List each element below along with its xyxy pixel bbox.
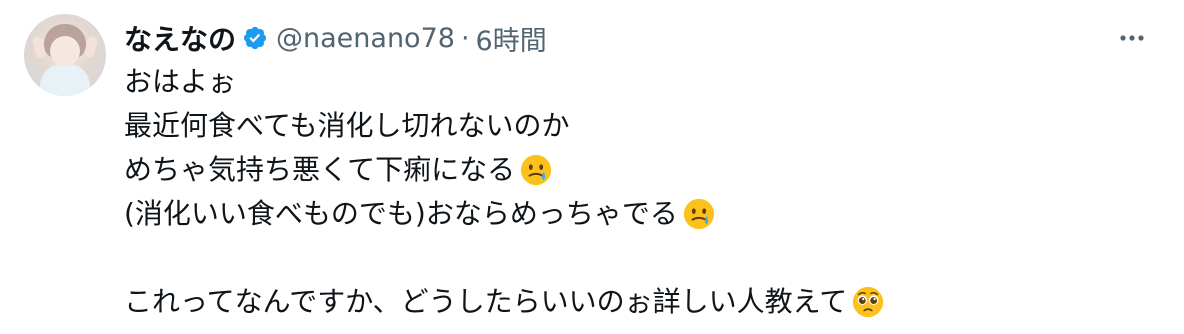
tweet-line-text: (消化いい食べものでも)おならめっちゃでる	[124, 197, 678, 230]
tweet-line: おはよぉ	[124, 60, 1164, 104]
tweet-text: おはよぉ 最近何食べても消化し切れないのか めちゃ気持ち悪くて下痢になる (消化…	[124, 60, 1164, 324]
user-handle[interactable]: @naenano78	[276, 23, 455, 54]
avatar[interactable]	[24, 14, 106, 96]
tweet-line: (消化いい食べものでも)おならめっちゃでる	[124, 192, 1164, 236]
verified-badge-icon	[243, 26, 267, 50]
face-holding-back-tears-icon	[683, 198, 714, 230]
tweet-line-text: 最近何食べても消化し切れないのか	[124, 109, 570, 142]
face-holding-back-tears-icon	[521, 154, 552, 186]
avatar-hand-right	[83, 35, 99, 59]
more-horizontal-icon	[1120, 35, 1144, 41]
pleading-face-icon	[853, 286, 884, 318]
tweet-line: めちゃ気持ち悪くて下痢になる	[124, 148, 1164, 192]
tweet-line-text: おはよぉ	[124, 65, 237, 98]
avatar-body	[40, 64, 90, 96]
more-options-button[interactable]	[1112, 20, 1152, 56]
tweet-line: 最近何食べても消化し切れないのか	[124, 104, 1164, 148]
header-separator: ·	[460, 22, 470, 54]
display-name[interactable]: なえなの	[124, 18, 236, 58]
tweet-line: これってなんですか、どうしたらいいのぉ詳しい人教えて	[124, 280, 1164, 324]
tweet-timestamp[interactable]: 6時間	[476, 19, 547, 58]
avatar-face	[50, 36, 80, 66]
tweet-line-text: めちゃ気持ち悪くて下痢になる	[124, 153, 516, 186]
tweet-header: なえなの @naenano78 · 6時間	[124, 16, 547, 60]
tweet-line-text: これってなんですか、どうしたらいいのぉ詳しい人教えて	[124, 285, 848, 318]
